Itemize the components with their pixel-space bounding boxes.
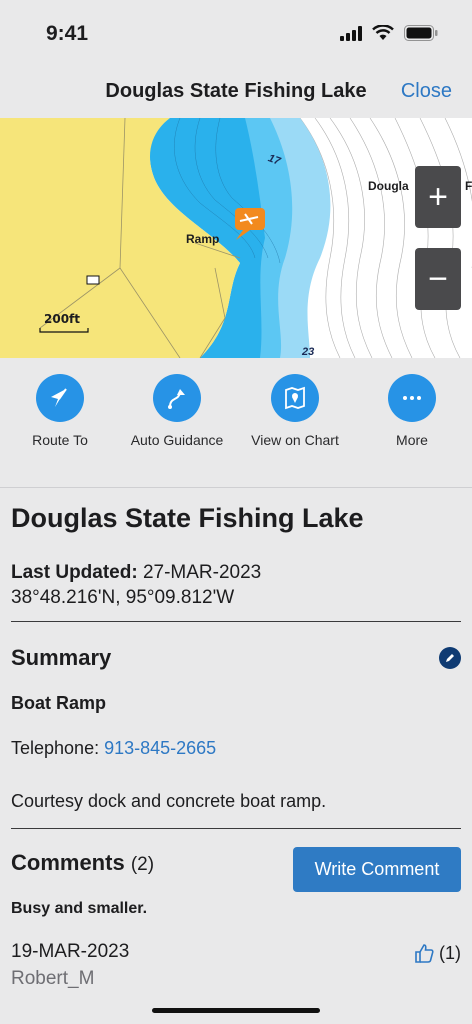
route-to-label: Route To (32, 432, 88, 448)
thumbs-up-icon (415, 944, 434, 963)
zoom-in-button[interactable]: + (415, 166, 461, 228)
more-button[interactable]: More (353, 374, 471, 448)
route-arrow-icon (36, 374, 84, 422)
signal-icon (340, 25, 362, 41)
douglas-label: Dougla (368, 179, 409, 193)
write-comment-button[interactable]: Write Comment (293, 847, 461, 892)
map-view[interactable]: Ramp Dougla F 200ft 17 23 + − (0, 118, 472, 358)
map-pin-icon (271, 374, 319, 422)
depth-label-23: 23 (302, 346, 315, 358)
status-time: 9:41 (46, 22, 89, 45)
status-bar: 9:41 (0, 0, 472, 66)
more-label: More (396, 432, 428, 448)
comments-count: (2) (130, 854, 155, 875)
summary-heading: Summary (11, 645, 112, 670)
comments-heading: Comments (11, 850, 125, 875)
view-on-chart-button[interactable]: View on Chart (236, 374, 354, 448)
route-to-button[interactable]: Route To (1, 374, 119, 448)
view-on-chart-label: View on Chart (251, 432, 339, 448)
scale-label: 200ft (44, 312, 81, 326)
edit-icon[interactable] (439, 647, 461, 669)
zoom-out-button[interactable]: − (415, 248, 461, 310)
like-button[interactable]: (1) (413, 942, 461, 964)
battery-icon (404, 25, 438, 41)
telephone-link[interactable]: 913-845-2665 (104, 738, 216, 758)
f-label: F (465, 179, 472, 193)
auto-guidance-label: Auto Guidance (130, 432, 224, 448)
last-updated-label: Last Updated: (11, 562, 138, 583)
detail-panel: Douglas State Fishing Lake Last Updated:… (0, 488, 472, 1024)
description: Courtesy dock and concrete boat ramp. (11, 791, 327, 811)
nav-bar: Douglas State Fishing Lake Close (0, 66, 472, 118)
place-title: Douglas State Fishing Lake (11, 503, 364, 533)
more-dots-icon (388, 374, 436, 422)
ramp-label: Ramp (186, 232, 220, 246)
close-button[interactable]: Close (401, 80, 452, 103)
place-type: Boat Ramp (11, 693, 107, 713)
auto-guidance-icon (153, 374, 201, 422)
comment-date: 19-MAR-2023 (11, 941, 130, 962)
divider (11, 828, 461, 829)
divider (11, 621, 461, 622)
status-icons (340, 25, 438, 41)
comments-heading-row: Comments (2) (11, 850, 154, 876)
wifi-icon (372, 25, 394, 40)
auto-guidance-button[interactable]: Auto Guidance (118, 374, 236, 448)
home-indicator (152, 1008, 320, 1013)
comment-author: Robert_M (11, 968, 95, 989)
like-count: (1) (439, 942, 461, 963)
last-updated: Last Updated: 27-MAR-2023 38°48.216'N, 9… (11, 560, 261, 610)
last-updated-date: 27-MAR-2023 (142, 562, 262, 583)
coordinates: 38°48.216'N, 95°09.812'W (11, 587, 235, 608)
telephone-label: Telephone: (11, 738, 100, 758)
telephone-row: Telephone: 913-845-2665 (11, 738, 216, 759)
comment-title: Busy and smaller. (11, 900, 148, 917)
action-bar: Route To Auto Guidance View on Chart Mor… (0, 358, 472, 488)
